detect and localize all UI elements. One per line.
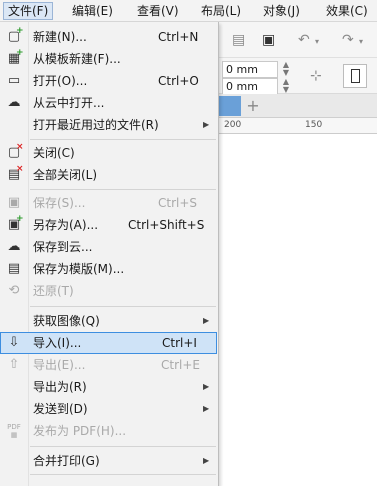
snap-icon[interactable]: ⊹ [310, 68, 322, 84]
menu-separator [30, 306, 216, 307]
undo-dropdown-icon[interactable]: ▾ [315, 34, 319, 50]
drawing-canvas[interactable] [219, 134, 377, 486]
save-icon: ▣ [7, 195, 21, 210]
menu-item-new[interactable]: ▢ + 新建(N)... Ctrl+N [0, 26, 217, 48]
ruler-tick-label: 150 [305, 120, 323, 130]
close-all-icon: ▤ × [7, 164, 24, 183]
ruler-tick-label: 200 [224, 120, 242, 130]
copy-icon[interactable]: ▤ [232, 32, 245, 48]
cloud-open-icon: ☁ [7, 95, 21, 110]
new-from-template-icon: ▦ + [7, 48, 24, 67]
menu-view[interactable]: 查看(V) [133, 2, 183, 20]
menu-item-open-from-cloud[interactable]: ☁ 从云中打开... [0, 92, 217, 114]
save-as-icon: ▣ + [7, 214, 24, 233]
menu-layout[interactable]: 布局(L) [197, 2, 245, 20]
height-spinner[interactable]: ▲ ▼ [280, 78, 292, 95]
save-template-icon: ▤ [7, 261, 21, 276]
menu-object[interactable]: 对象(J) [259, 2, 304, 20]
menu-item-close-all[interactable]: ▤ × 全部关闭(L) [0, 164, 217, 186]
menu-item-open-recent[interactable]: 打开最近用过的文件(R) ▶ [0, 114, 217, 136]
menu-item-import[interactable]: ⇩ 导入(I)... Ctrl+I [0, 332, 217, 354]
add-tab-icon[interactable]: + [243, 96, 263, 116]
menu-item-save: ▣ 保存(S)... Ctrl+S [0, 192, 217, 214]
paste-icon[interactable]: ▣ [262, 32, 275, 48]
menu-effects[interactable]: 效果(C) [322, 2, 372, 20]
menu-item-save-as[interactable]: ▣ + 另存为(A)... Ctrl+Shift+S [0, 214, 217, 236]
width-spinner[interactable]: ▲ ▼ [280, 61, 292, 78]
menu-item-export-as[interactable]: 导出为(R) ▶ [0, 376, 217, 398]
menu-separator [30, 446, 216, 447]
menu-item-export: ⇧ 导出(E)... Ctrl+E [0, 354, 217, 376]
width-input[interactable]: 0 mm [222, 61, 278, 78]
cloud-save-icon: ☁ [7, 239, 21, 254]
menu-item-new-from-template[interactable]: ▦ + 从模板新建(F)... [0, 48, 217, 70]
page-orientation-button[interactable] [343, 64, 367, 88]
menu-bar: 文件(F) 编辑(E) 查看(V) 布局(L) 对象(J) 效果(C) [0, 0, 377, 22]
redo-icon[interactable]: ↷ [342, 32, 354, 48]
portrait-icon [351, 69, 360, 83]
height-input[interactable]: 0 mm [222, 78, 278, 95]
horizontal-ruler: 200 150 [219, 118, 377, 134]
menu-edit[interactable]: 编辑(E) [68, 2, 117, 20]
menu-separator [30, 139, 216, 140]
import-icon: ⇩ [8, 335, 20, 350]
document-tab[interactable] [219, 96, 241, 116]
submenu-arrow-icon: ▶ [203, 404, 210, 413]
submenu-arrow-icon: ▶ [203, 316, 210, 325]
menu-item-revert: ⟲ 还原(T) [0, 280, 217, 302]
menu-item-print-merge[interactable]: 合并打印(G) ▶ [0, 450, 217, 472]
redo-dropdown-icon[interactable]: ▾ [359, 34, 363, 50]
submenu-arrow-icon: ▶ [203, 120, 210, 129]
close-document-icon: ▢ × [7, 142, 24, 161]
undo-icon[interactable]: ↶ [298, 32, 310, 48]
export-icon: ⇧ [8, 357, 20, 372]
new-document-icon: ▢ + [7, 26, 24, 45]
menu-item-publish-pdf: PDF ▦ 发布为 PDF(H)... [0, 420, 217, 442]
submenu-arrow-icon: ▶ [203, 382, 210, 391]
menu-item-open[interactable]: ▭ 打开(O)... Ctrl+O [0, 70, 217, 92]
file-menu: ▢ + 新建(N)... Ctrl+N ▦ + 从模板新建(F)... ▭ 打开(O… [0, 22, 219, 486]
revert-icon: ⟲ [8, 283, 20, 298]
menu-separator [30, 189, 216, 190]
menu-item-save-to-cloud[interactable]: ☁ 保存到云... [0, 236, 217, 258]
menu-item-acquire-image[interactable]: 获取图像(Q) ▶ [0, 310, 217, 332]
menu-file[interactable]: 文件(F) [3, 2, 54, 20]
pdf-icon: PDF ▦ [7, 423, 21, 439]
menu-item-close[interactable]: ▢ × 关闭(C) [0, 142, 217, 164]
menu-separator [30, 474, 216, 475]
menu-item-send-to[interactable]: 发送到(D) ▶ [0, 398, 217, 420]
submenu-arrow-icon: ▶ [203, 456, 210, 465]
menu-item-save-as-template[interactable]: ▤ 保存为模版(M)... [0, 258, 217, 280]
open-folder-icon: ▭ [7, 73, 21, 88]
